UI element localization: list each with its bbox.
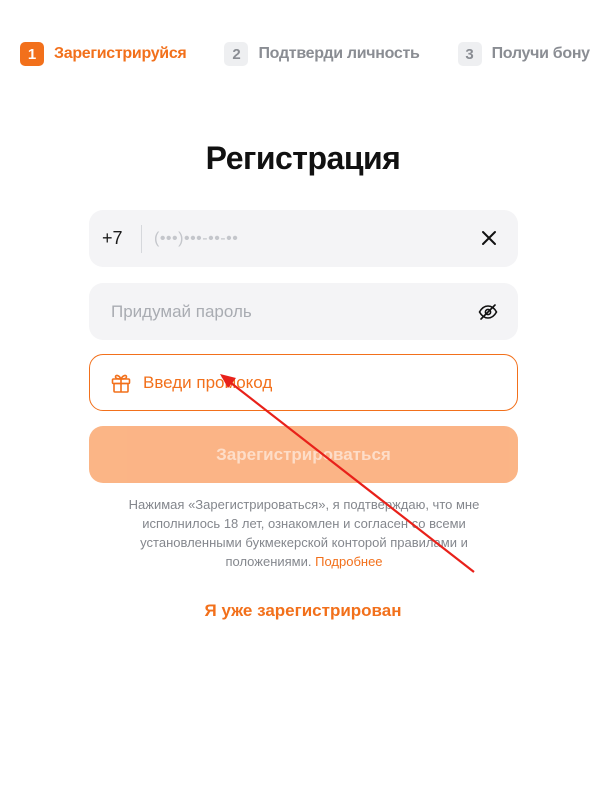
- gift-icon: [110, 372, 132, 394]
- step-label: Получи бонус: [491, 45, 590, 62]
- step-verify: 2 Подтверди личность: [224, 42, 420, 66]
- step-number: 1: [20, 42, 44, 66]
- divider: [141, 224, 142, 253]
- phone-input[interactable]: [152, 228, 456, 249]
- register-button[interactable]: Зарегистрироваться: [89, 426, 518, 483]
- terms-disclaimer: Нажимая «Зарегистрироваться», я подтверж…: [105, 495, 503, 571]
- page-title: Регистрация: [205, 140, 401, 176]
- phone-prefix: +7: [102, 228, 123, 248]
- step-number: 3: [457, 42, 482, 66]
- close-icon[interactable]: [480, 229, 498, 247]
- register-button-label: Зарегистрироваться: [216, 444, 391, 464]
- step-label: Зарегистрируйся: [54, 45, 187, 62]
- phone-field: +7: [89, 210, 518, 267]
- eye-hidden-icon[interactable]: [478, 302, 498, 322]
- registration-stepper: 1 Зарегистрируйся 2 Подтверди личность 3…: [20, 42, 590, 66]
- promo-code-label: Введи промокод: [143, 372, 273, 392]
- step-bonus: 3 Получи бонус: [457, 42, 590, 66]
- step-label: Подтверди личность: [258, 45, 420, 62]
- step-number: 2: [224, 42, 249, 66]
- password-input[interactable]: [109, 300, 443, 323]
- already-registered-link[interactable]: Я уже зарегистрирован: [0, 601, 590, 621]
- more-details-link[interactable]: Подробнее: [315, 554, 382, 569]
- disclaimer-text: Нажимая «Зарегистрироваться», я подтверж…: [128, 497, 480, 569]
- promo-code-button[interactable]: Введи промокод: [89, 354, 518, 411]
- step-register: 1 Зарегистрируйся: [20, 42, 187, 66]
- password-field: [89, 283, 518, 340]
